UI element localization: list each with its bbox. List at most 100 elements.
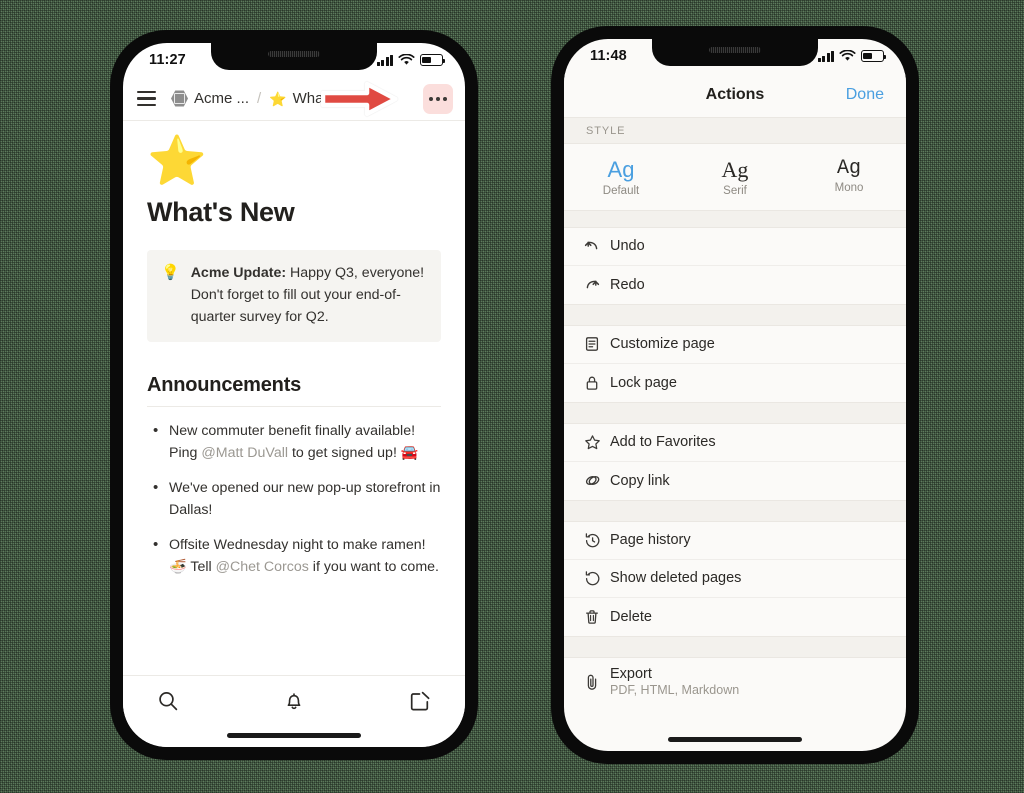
style-label-serif: Serif — [723, 184, 747, 197]
page-content: ⭐ What's New 💡 Acme Update: Happy Q3, ev… — [123, 121, 465, 579]
red-right-arrow-icon — [321, 81, 399, 117]
dot — [428, 96, 433, 101]
home-indicator — [668, 737, 802, 742]
status-indicators — [817, 50, 887, 62]
action-page-history[interactable]: Page history — [564, 521, 906, 560]
wifi-icon — [839, 50, 856, 61]
compose-icon — [410, 691, 430, 711]
cellular-bars-icon — [376, 54, 393, 66]
actions-group-history: Page history Show deleted pages Delete — [564, 521, 906, 636]
action-label: Lock page — [610, 374, 677, 391]
trash-icon — [584, 609, 610, 625]
style-option-serif[interactable]: Ag Serif — [678, 156, 792, 197]
actions-group-page: Customize page Lock page — [564, 325, 906, 402]
page-hero-icon: ⭐ — [147, 135, 207, 188]
hamburger-menu-icon[interactable] — [137, 91, 156, 106]
action-customize-page[interactable]: Customize page — [564, 325, 906, 364]
action-export[interactable]: Export PDF, HTML, Markdown — [564, 657, 906, 706]
style-label-mono: Mono — [834, 182, 864, 194]
action-label: Undo — [610, 238, 645, 254]
callout-text: Acme Update: Happy Q3, everyone! Don't f… — [191, 263, 427, 328]
action-copy-link[interactable]: Copy link — [564, 461, 906, 500]
breadcrumb-workspace-label: Acme ... — [194, 90, 250, 107]
bullet-text: We've opened our new pop-up storefront i… — [169, 480, 441, 518]
star-emoji-icon: ⭐ — [269, 90, 287, 107]
list-item: Offsite Wednesday night to make ramen! 🍜… — [147, 534, 441, 578]
action-lock-page[interactable]: Lock page — [564, 363, 906, 402]
export-text: Export PDF, HTML, Markdown — [610, 666, 739, 697]
phone-right-screen: 11:48 Actions Done STYLE Ag Default Ag S… — [564, 39, 906, 751]
star-outline-icon — [584, 434, 610, 451]
dot — [436, 96, 440, 101]
phone-right-notch — [652, 39, 818, 66]
style-sample-serif: Ag — [721, 157, 749, 182]
mention[interactable]: @Chet Corcos — [216, 559, 309, 575]
section-divider — [564, 303, 906, 326]
phone-device-left: 11:27 Acme ... / ⭐ What's ⭐ What's New 💡… — [110, 30, 478, 760]
redo-icon — [584, 277, 610, 293]
action-label: Customize page — [610, 336, 715, 352]
status-time: 11:27 — [149, 52, 186, 68]
action-delete[interactable]: Delete — [564, 597, 906, 636]
section-divider — [564, 635, 906, 658]
action-label: Export — [610, 666, 652, 682]
action-add-to-favorites[interactable]: Add to Favorites — [564, 423, 906, 462]
history-clock-icon — [584, 532, 610, 549]
restore-icon — [584, 570, 610, 587]
undo-icon — [584, 238, 610, 254]
status-indicators — [376, 54, 446, 66]
section-heading-announcements: Announcements — [147, 374, 441, 408]
battery-icon — [861, 50, 887, 62]
breadcrumb-item-workspace[interactable]: Acme ... — [171, 90, 249, 107]
style-option-default[interactable]: Ag Default — [564, 156, 678, 197]
bullet-text-tail: to get signed up! 🚘 — [288, 444, 419, 461]
mention[interactable]: @Matt DuVall — [201, 445, 288, 461]
section-divider — [564, 499, 906, 522]
compose-tab[interactable] — [340, 690, 431, 712]
phone-left-notch — [211, 43, 377, 70]
action-label: Delete — [610, 608, 652, 625]
style-options-row: Ag Default Ag Serif Ag Mono — [564, 144, 906, 210]
callout-lead: Acme Update: — [190, 265, 287, 282]
phone-device-right: 11:48 Actions Done STYLE Ag Default Ag S… — [551, 26, 919, 764]
page-title: What's New — [147, 197, 295, 228]
link-icon — [584, 472, 610, 489]
paperclip-icon — [584, 673, 610, 691]
wifi-icon — [398, 54, 415, 65]
action-label: Copy link — [610, 472, 670, 489]
overflow-menu-button[interactable] — [423, 83, 453, 114]
action-undo[interactable]: Undo — [564, 227, 906, 266]
search-tab[interactable] — [157, 690, 248, 712]
done-button[interactable]: Done — [846, 86, 884, 104]
action-sublabel: PDF, HTML, Markdown — [610, 683, 740, 697]
style-section-header: STYLE — [564, 117, 906, 144]
phone-left-screen: 11:27 Acme ... / ⭐ What's ⭐ What's New 💡… — [123, 43, 465, 747]
home-indicator — [227, 733, 361, 738]
actions-group-edit: Undo Redo — [564, 227, 906, 304]
style-sample-default: Ag — [607, 157, 635, 182]
search-icon — [159, 692, 178, 711]
style-sample-mono: Ag — [836, 157, 861, 180]
notifications-tab[interactable] — [248, 690, 339, 712]
dot — [443, 96, 448, 101]
section-divider — [564, 209, 906, 228]
actions-sheet-header: Actions Done — [564, 73, 906, 117]
status-time: 11:48 — [590, 48, 627, 64]
actions-group-share: Add to Favorites Copy link — [564, 423, 906, 500]
style-option-mono[interactable]: Ag Mono — [792, 156, 906, 197]
list-item: We've opened our new pop-up storefront i… — [147, 477, 441, 521]
bullet-text-tail: if you want to come. — [308, 559, 439, 576]
action-label: Page history — [610, 532, 691, 548]
action-label: Show deleted pages — [610, 570, 742, 586]
style-label-default: Default — [602, 184, 640, 197]
earpiece-speaker — [268, 51, 320, 57]
page-customize-icon — [584, 336, 610, 352]
battery-icon — [420, 54, 446, 66]
action-redo[interactable]: Redo — [564, 265, 906, 304]
breadcrumb-separator: / — [257, 90, 262, 107]
breadcrumb: Acme ... / ⭐ What's ... — [123, 77, 465, 121]
action-show-deleted-pages[interactable]: Show deleted pages — [564, 559, 906, 598]
sheet-title: Actions — [705, 86, 765, 103]
cellular-bars-icon — [817, 50, 834, 62]
action-label: Redo — [610, 276, 645, 293]
